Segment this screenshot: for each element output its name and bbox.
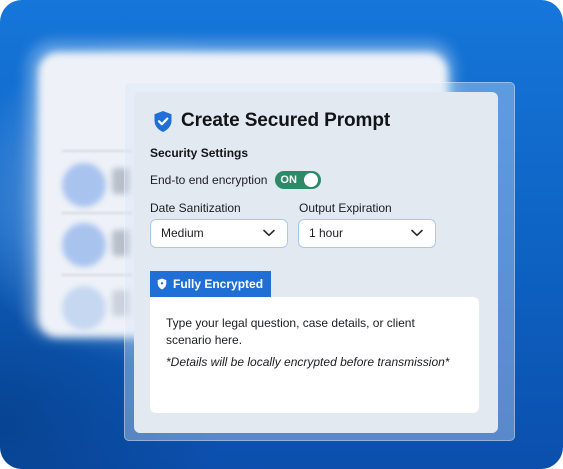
shield-check-icon [153, 110, 173, 133]
security-settings-heading: Security Settings [150, 146, 249, 160]
encryption-label: End-to end encryption [150, 173, 268, 187]
background-canvas: Create Secured Prompt Security Settings … [0, 0, 563, 469]
shield-icon [157, 278, 167, 290]
secured-prompt-card: Create Secured Prompt Security Settings … [134, 92, 498, 433]
sanitization-value: Medium [161, 226, 204, 240]
encryption-note: *Details will be locally encrypted befor… [166, 355, 450, 369]
background-divider [62, 150, 132, 152]
background-avatar [62, 223, 106, 267]
prompt-placeholder: Type your legal question, case details, … [166, 316, 415, 347]
sanitization-label: Date Sanitization [150, 201, 241, 215]
badge-label: Fully Encrypted [173, 277, 264, 291]
sanitization-select[interactable]: Medium [150, 219, 288, 248]
card-title: Create Secured Prompt [181, 110, 391, 131]
expiration-value: 1 hour [309, 226, 344, 240]
chevron-down-icon [411, 229, 423, 237]
background-divider [62, 212, 132, 214]
toggle-knob [304, 173, 319, 187]
encryption-toggle[interactable]: ON [275, 171, 322, 189]
background-avatar [62, 286, 106, 330]
encryption-row: End-to end encryption ON [150, 171, 322, 189]
background-avatar [62, 163, 106, 207]
background-divider [62, 274, 132, 276]
expiration-select[interactable]: 1 hour [298, 219, 436, 248]
chevron-down-icon [263, 229, 275, 237]
card-header: Create Secured Prompt [153, 108, 390, 134]
toggle-state-label: ON [280, 174, 297, 186]
prompt-input[interactable]: Type your legal question, case details, … [150, 297, 479, 413]
fully-encrypted-badge: Fully Encrypted [150, 271, 272, 297]
expiration-label: Output Expiration [299, 201, 392, 215]
